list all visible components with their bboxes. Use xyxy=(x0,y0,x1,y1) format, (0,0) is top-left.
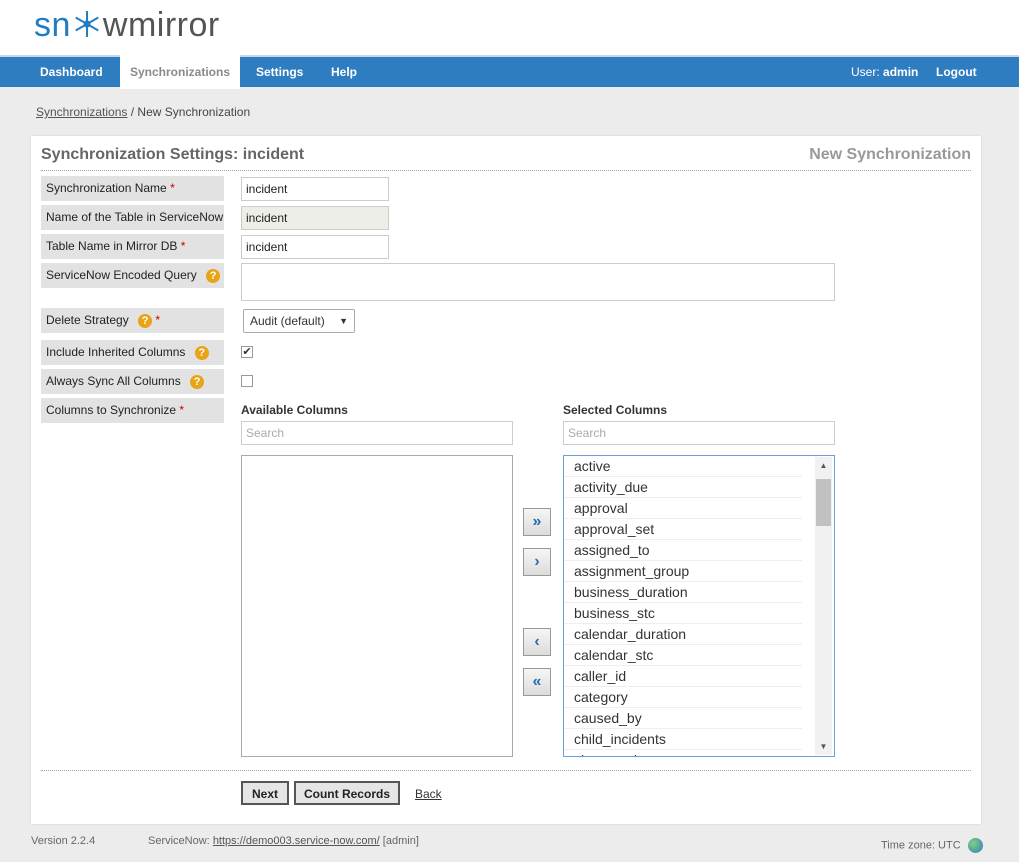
app-header: sn wmirror xyxy=(0,0,1019,55)
chevron-right-icon[interactable]: › xyxy=(523,548,551,576)
question-icon[interactable]: ? xyxy=(206,268,221,283)
nav-settings[interactable]: Settings xyxy=(256,57,303,87)
version-text: Version 2.2.4 xyxy=(31,835,96,847)
scrollbar-thumb[interactable] xyxy=(816,479,831,526)
inherited-columns-label-text: Include Inherited Columns xyxy=(46,345,186,359)
delete-strategy-label: Delete Strategy ? * xyxy=(41,308,224,333)
selected-columns-list[interactable]: active activity_due approval approval_set as… xyxy=(563,455,835,757)
servicenow-info: ServiceNow: https://demo003.service-now.… xyxy=(148,835,419,847)
chevron-left-icon[interactable]: ‹ xyxy=(523,628,551,656)
servicenow-url-link[interactable]: https://demo003.service-now.com/ xyxy=(213,835,380,847)
logo-text-right: wmirror xyxy=(102,6,220,44)
divider xyxy=(41,770,971,771)
columns-sync-label: Columns to Synchronize * xyxy=(41,398,224,423)
back-link[interactable]: Back xyxy=(415,787,442,801)
list-item[interactable]: business_stc xyxy=(564,603,802,624)
always-sync-checkbox[interactable] xyxy=(241,375,253,387)
list-item[interactable]: approval xyxy=(564,498,802,519)
page-title: Synchronization Settings: incident xyxy=(41,146,305,163)
encoded-query-textarea[interactable] xyxy=(241,263,835,301)
snowflake-icon xyxy=(75,11,99,37)
list-item[interactable]: close_code xyxy=(564,750,802,756)
logo-text-left: sn xyxy=(34,6,71,44)
table-mirror-label: Table Name in Mirror DB * xyxy=(41,234,224,259)
table-mirror-input[interactable]: incident xyxy=(241,235,389,259)
globe-icon[interactable] xyxy=(967,838,983,853)
available-columns-list[interactable] xyxy=(241,455,513,757)
servicenow-label: ServiceNow: xyxy=(148,835,210,847)
required-mark: * xyxy=(179,403,185,417)
selected-columns-options: active activity_due approval approval_set as… xyxy=(564,456,834,756)
inherited-columns-label: Include Inherited Columns ? xyxy=(41,340,224,365)
divider xyxy=(41,170,971,171)
servicenow-user: [admin] xyxy=(382,835,419,847)
double-chevron-left-icon[interactable]: « xyxy=(523,668,551,696)
next-button[interactable]: Next xyxy=(241,781,289,805)
dropdown-arrow-icon: ▼ xyxy=(339,316,348,326)
required-mark: * xyxy=(170,181,175,195)
available-search-input[interactable]: Search xyxy=(241,421,513,445)
always-sync-label-text: Always Sync All Columns xyxy=(46,374,181,388)
list-item[interactable]: assigned_to xyxy=(564,540,802,561)
breadcrumb-current: New Synchronization xyxy=(137,105,251,119)
sync-name-label: Synchronization Name * xyxy=(41,176,224,201)
selected-columns-heading: Selected Columns xyxy=(563,403,668,417)
nav-synchronizations[interactable]: Synchronizations xyxy=(120,55,241,89)
sync-name-input[interactable]: incident xyxy=(241,177,389,201)
breadcrumb-separator: / xyxy=(130,105,135,119)
breadcrumb-synchronizations[interactable]: Synchronizations xyxy=(36,105,127,119)
list-item[interactable]: active xyxy=(564,456,802,477)
question-icon[interactable]: ? xyxy=(190,374,205,389)
breadcrumb: Synchronizations / New Synchronization xyxy=(36,105,250,119)
snowmirror-logo[interactable]: sn wmirror xyxy=(34,6,220,45)
sync-name-label-text: Synchronization Name xyxy=(46,181,167,195)
question-icon[interactable]: ? xyxy=(194,345,209,360)
scroll-up-icon[interactable]: ▲ xyxy=(815,461,832,470)
delete-strategy-select[interactable]: Audit (default) ▼ xyxy=(243,309,355,333)
page-subtitle: New Synchronization xyxy=(809,146,971,163)
nav-dashboard[interactable]: Dashboard xyxy=(40,57,103,87)
scroll-down-icon[interactable]: ▼ xyxy=(815,742,832,751)
user-name: admin xyxy=(883,65,919,79)
user-label: User: admin xyxy=(851,57,918,87)
timezone-text: Time zone: UTC xyxy=(881,839,961,852)
table-servicenow-label-text: Name of the Table in ServiceNow xyxy=(46,210,224,224)
sync-settings-panel: Synchronization Settings: incident New S… xyxy=(31,136,981,824)
list-item[interactable]: approval_set xyxy=(564,519,802,540)
inherited-columns-checkbox[interactable]: ✔ xyxy=(241,346,253,358)
selected-search-input[interactable]: Search xyxy=(563,421,835,445)
list-item[interactable]: calendar_duration xyxy=(564,624,802,645)
required-mark: * xyxy=(155,313,161,327)
delete-strategy-value: Audit (default) xyxy=(250,314,325,328)
list-item[interactable]: caused_by xyxy=(564,708,802,729)
table-mirror-label-text: Table Name in Mirror DB xyxy=(46,239,178,253)
list-item[interactable]: child_incidents xyxy=(564,729,802,750)
table-servicenow-input: incident xyxy=(241,206,389,230)
count-records-button[interactable]: Count Records xyxy=(294,781,400,805)
list-item[interactable]: assignment_group xyxy=(564,561,802,582)
list-item[interactable]: business_duration xyxy=(564,582,802,603)
table-servicenow-label: Name of the Table in ServiceNow xyxy=(41,205,224,230)
main-navbar: Dashboard Synchronizations Settings Help… xyxy=(0,55,1019,89)
required-mark: * xyxy=(180,239,186,253)
question-icon[interactable]: ? xyxy=(138,313,153,328)
list-item[interactable]: activity_due xyxy=(564,477,802,498)
available-columns-heading: Available Columns xyxy=(241,403,348,417)
user-prefix: User: xyxy=(851,65,880,79)
columns-sync-label-text: Columns to Synchronize xyxy=(46,403,177,417)
always-sync-label: Always Sync All Columns ? xyxy=(41,369,224,394)
timezone-info: Time zone: UTC xyxy=(881,838,983,853)
encoded-query-label-text: ServiceNow Encoded Query xyxy=(46,268,197,282)
nav-help[interactable]: Help xyxy=(331,57,357,87)
list-item[interactable]: caller_id xyxy=(564,666,802,687)
encoded-query-label: ServiceNow Encoded Query ? xyxy=(41,263,224,288)
list-item[interactable]: calendar_stc xyxy=(564,645,802,666)
scrollbar[interactable]: ▲ ▼ xyxy=(815,457,832,755)
delete-strategy-label-text: Delete Strategy xyxy=(46,313,129,327)
logout-link[interactable]: Logout xyxy=(936,57,977,87)
double-chevron-right-icon[interactable]: » xyxy=(523,508,551,536)
list-item[interactable]: category xyxy=(564,687,802,708)
